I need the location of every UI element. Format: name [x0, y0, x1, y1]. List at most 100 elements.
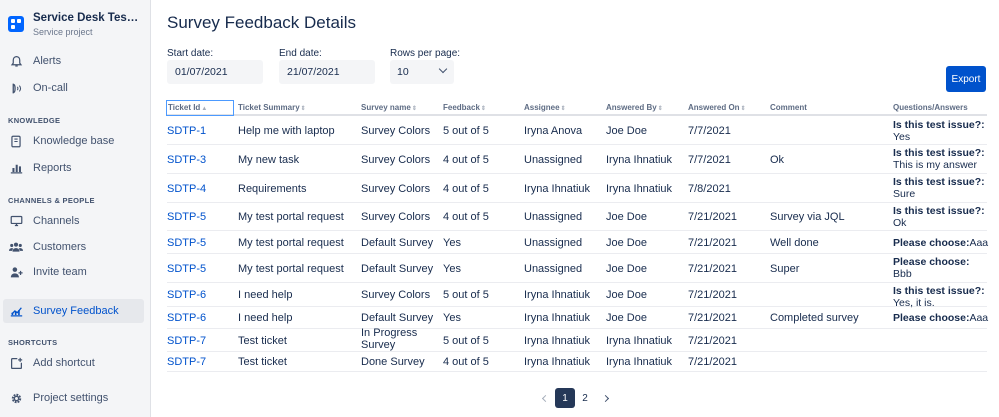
cell-summary: I need help: [238, 289, 293, 301]
cell-summary: I need help: [238, 312, 293, 324]
header-answered-by[interactable]: Answered By⇕: [606, 101, 663, 115]
cell-summary: My test portal request: [238, 211, 344, 223]
cell-answered-by: Joe Doe: [606, 211, 647, 223]
cell-answered-by: Joe Doe: [606, 125, 647, 137]
page-button-2[interactable]: 2: [575, 388, 595, 408]
cell-questions-answers: Is this test issue?: Ok: [893, 205, 993, 229]
end-date-input[interactable]: [279, 60, 375, 84]
cell-ticket-id[interactable]: SDTP-6: [167, 312, 206, 324]
sidebar-item-reports[interactable]: Reports: [3, 156, 144, 180]
cell-survey-name: Survey Colors: [361, 154, 431, 166]
sidebar-item-label: Alerts: [33, 55, 62, 67]
cell-survey-name: Survey Colors: [361, 289, 431, 301]
cell-questions-answers: Is this test issue?: Yes: [893, 119, 993, 143]
cell-survey-name: In Progress Survey: [361, 327, 418, 351]
question-text: Is this test issue?:: [893, 147, 985, 159]
cell-questions-answers: Please choose:Aaa: [893, 312, 993, 324]
cell-ticket-id[interactable]: SDTP-5: [167, 237, 206, 249]
sidebar-item-label: Add shortcut: [33, 357, 95, 369]
cell-survey-name: Default Survey: [361, 237, 434, 249]
header-feedback[interactable]: Feedback⇕: [443, 101, 486, 115]
sidebar-item-customers[interactable]: Customers: [3, 235, 144, 259]
rows-per-page-value: 10: [397, 66, 409, 78]
rows-per-page-label: Rows per page:: [390, 48, 461, 59]
cell-ticket-id[interactable]: SDTP-3: [167, 154, 206, 166]
sidebar-item-on-call[interactable]: On-call: [3, 76, 144, 100]
section-knowledge: KNOWLEDGE: [8, 116, 61, 125]
section-channels-people: CHANNELS & PEOPLE: [8, 196, 95, 205]
header-assignee[interactable]: Assignee⇕: [524, 101, 566, 115]
project-type: Service project: [33, 27, 93, 37]
cell-ticket-id[interactable]: SDTP-6: [167, 289, 206, 301]
cell-survey-name: Default Survey: [361, 263, 434, 275]
sort-icon: ▲: [201, 106, 208, 112]
answer-text: This is my answer: [893, 159, 978, 171]
book-icon: [9, 134, 23, 148]
export-button[interactable]: Export: [946, 66, 986, 92]
sidebar-item-project-settings[interactable]: Project settings: [3, 386, 144, 410]
header-questions-answers: Questions/Answers: [893, 103, 968, 112]
sidebar-item-label: Invite team: [33, 266, 87, 278]
rows-per-page-select[interactable]: 10: [390, 60, 454, 84]
cell-assignee: Iryna Ihnatiuk: [524, 289, 591, 301]
header-answered-on[interactable]: Answered On⇕: [688, 101, 746, 115]
next-page-button[interactable]: [595, 388, 615, 408]
cell-answered-by: Iryna Ihnatiuk: [606, 335, 673, 347]
sidebar-item-label: Customers: [33, 241, 87, 253]
sidebar-item-label: Knowledge base: [33, 135, 115, 147]
cell-ticket-id[interactable]: SDTP-5: [167, 211, 206, 223]
sidebar-item-invite-team[interactable]: Invite team: [3, 260, 144, 284]
cell-feedback: 4 out of 5: [443, 183, 489, 195]
cell-summary: My test portal request: [238, 237, 344, 249]
sidebar-item-label: Channels: [33, 215, 80, 227]
header-survey-name[interactable]: Survey name⇕: [361, 101, 417, 115]
table-header: Ticket Id▲ Ticket Summary⇕ Survey name⇕ …: [166, 100, 987, 116]
answer-text: Bbb: [893, 268, 912, 280]
cell-assignee: Unassigned: [524, 154, 583, 166]
cell-answered-on: 7/21/2021: [688, 289, 737, 301]
cell-survey-name: Done Survey: [361, 356, 425, 368]
answer-text: Ok: [893, 217, 907, 229]
answer-text: Sure: [893, 188, 916, 200]
cell-questions-answers: Is this test issue?: Yes, it is.: [893, 285, 993, 309]
project-header[interactable]: Service Desk Test Pro... Service project: [8, 12, 141, 37]
sidebar-item-survey-feedback[interactable]: Survey Feedback: [3, 299, 144, 323]
header-ticket-id[interactable]: Ticket Id▲: [166, 100, 234, 116]
question-text: Is this test issue?:: [893, 285, 985, 297]
cell-feedback: Yes: [443, 263, 461, 275]
sidebar-item-alerts[interactable]: Alerts: [3, 49, 144, 73]
page-button-1[interactable]: 1: [555, 388, 575, 408]
chevron-down-icon: [438, 64, 448, 74]
answer-text: Aaa: [969, 312, 989, 324]
cell-assignee: Unassigned: [524, 237, 583, 249]
sidebar-item-knowledge-base[interactable]: Knowledge base: [3, 129, 144, 153]
cell-ticket-id[interactable]: SDTP-4: [167, 183, 206, 195]
end-date-label: End date:: [279, 48, 322, 59]
table-row: SDTP-7 Test ticket Done Survey 4 out of 5 Ir…: [167, 352, 987, 372]
sidebar-item-channels[interactable]: Channels: [3, 209, 144, 233]
cell-answered-on: 7/21/2021: [688, 312, 737, 324]
cell-feedback: Yes: [443, 312, 461, 324]
cell-ticket-id[interactable]: SDTP-1: [167, 125, 206, 137]
cell-answered-by: Iryna Ihnatiuk: [606, 356, 673, 368]
cell-survey-name: Survey Colors: [361, 211, 431, 223]
cell-answered-by: Joe Doe: [606, 237, 647, 249]
header-ticket-summary[interactable]: Ticket Summary⇕: [238, 101, 306, 115]
sort-icon: ⇕: [300, 106, 306, 112]
cell-ticket-id[interactable]: SDTP-7: [167, 335, 206, 347]
cell-feedback: 4 out of 5: [443, 356, 489, 368]
sidebar-item-add-shortcut[interactable]: Add shortcut: [3, 351, 144, 375]
start-date-input[interactable]: [167, 60, 263, 84]
cell-feedback: 4 out of 5: [443, 154, 489, 166]
table-row: SDTP-4 Requirements Survey Colors 4 out of …: [167, 174, 987, 203]
chevron-right-icon: [601, 394, 609, 402]
prev-page-button[interactable]: [535, 388, 555, 408]
sidebar: Service Desk Test Pro... Service project…: [0, 0, 151, 417]
sort-icon: ⇕: [480, 106, 486, 112]
cell-answered-on: 7/21/2021: [688, 335, 737, 347]
sidebar-item-label: Project settings: [33, 392, 109, 404]
cell-ticket-id[interactable]: SDTP-5: [167, 263, 206, 275]
cell-ticket-id[interactable]: SDTP-7: [167, 356, 206, 368]
page-title: Survey Feedback Details: [167, 13, 356, 32]
gear-icon: [9, 391, 23, 405]
